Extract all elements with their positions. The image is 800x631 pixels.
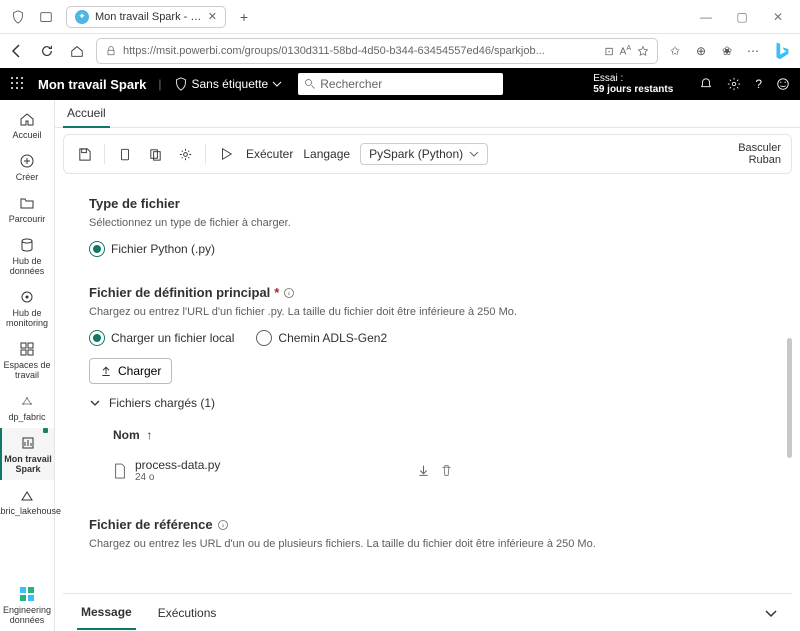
bing-icon[interactable] — [770, 39, 794, 63]
copy-icon[interactable] — [145, 144, 165, 164]
workspace-name: Mon travail Spark — [38, 77, 146, 92]
radio-local-file[interactable]: Charger un fichier local — [89, 330, 234, 346]
trial-status: Essai : 59 jours restants — [593, 73, 673, 95]
clipboard-icon[interactable] — [115, 144, 135, 164]
sidebar-item-dpfabric[interactable]: dp_fabric — [0, 386, 54, 428]
shield-icon — [7, 6, 29, 28]
close-window-button[interactable]: ✕ — [760, 5, 796, 29]
radio-python-file[interactable]: Fichier Python (.py) — [89, 241, 215, 257]
play-icon[interactable] — [216, 144, 236, 164]
favorites-icon[interactable]: ✩ — [666, 42, 684, 60]
toggle-ribbon[interactable]: Basculer Ruban — [738, 142, 781, 166]
app-launcher-icon[interactable] — [10, 76, 26, 92]
toolbar: Exécuter Langage PySpark (Python) Bascul… — [63, 134, 792, 174]
menu-icon[interactable]: ⋯ — [744, 42, 762, 60]
site-icon: ✦ — [75, 10, 89, 24]
sidebar-item-datahub[interactable]: Hub de données — [0, 230, 54, 282]
info-icon[interactable] — [283, 287, 295, 299]
info-icon[interactable] — [217, 519, 229, 531]
save-icon[interactable] — [74, 144, 94, 164]
files-loaded-toggle[interactable]: Fichiers chargés (1) — [89, 396, 766, 410]
reference-title: Fichier de référence — [89, 517, 213, 532]
radio-adls[interactable]: Chemin ADLS-Gen2 — [256, 330, 387, 346]
chevron-down-icon — [89, 397, 101, 409]
gear-icon[interactable] — [175, 144, 195, 164]
url-text: https://msit.powerbi.com/groups/0130d311… — [123, 45, 598, 57]
text-size-icon[interactable]: AA — [620, 45, 631, 57]
delete-icon[interactable] — [440, 464, 453, 477]
file-type-desc: Sélectionnez un type de fichier à charge… — [89, 217, 766, 229]
file-icon — [113, 463, 127, 479]
favorite-icon[interactable] — [637, 45, 649, 57]
sensitivity-label: Sans étiquette — [192, 77, 269, 91]
upload-button[interactable]: Charger — [89, 358, 172, 384]
collapse-panel-icon[interactable] — [764, 606, 778, 620]
refresh-button[interactable] — [36, 40, 58, 62]
chevron-down-icon — [469, 149, 479, 159]
tab-title: Mon travail Spark - Ingénieur d — [95, 11, 204, 23]
reader-icon[interactable]: ⊡ — [604, 45, 613, 58]
download-icon[interactable] — [417, 464, 430, 477]
minimize-button[interactable]: ― — [688, 5, 724, 29]
reference-desc: Chargez ou entrez les URL d'un ou de plu… — [89, 538, 766, 550]
language-select[interactable]: PySpark (Python) — [360, 143, 488, 165]
run-button[interactable]: Exécuter — [246, 147, 293, 161]
search-placeholder: Rechercher — [320, 77, 382, 91]
feedback-icon[interactable] — [776, 77, 790, 91]
lock-icon — [105, 45, 117, 57]
maximize-button[interactable]: ▢ — [724, 5, 760, 29]
file-size: 24 o — [135, 472, 409, 483]
sidebar-item-monitoring[interactable]: Hub de monitoring — [0, 282, 54, 334]
extensions-icon[interactable]: ❀ — [718, 42, 736, 60]
browser-tab[interactable]: ✦ Mon travail Spark - Ingénieur d ✕ — [66, 6, 226, 28]
upload-icon — [100, 365, 112, 377]
page-tabs: Accueil — [55, 100, 800, 128]
chevron-down-icon — [272, 79, 282, 89]
language-label: Langage — [303, 147, 350, 161]
shield-outline-icon — [174, 77, 188, 91]
sidebar-item-lakehouse[interactable]: fabric_lakehouse — [0, 480, 54, 522]
file-type-title: Type de fichier — [89, 196, 766, 211]
file-row: process-data.py 24 o — [113, 452, 453, 489]
main-def-title: Fichier de définition principal — [89, 285, 270, 300]
scrollbar-thumb[interactable] — [787, 338, 792, 458]
left-sidebar: Accueil Créer Parcourir Hub de données H… — [0, 100, 55, 631]
sidebar-item-persona[interactable]: Engineering données — [0, 579, 54, 631]
file-name: process-data.py — [135, 458, 409, 472]
sidebar-item-workspaces[interactable]: Espaces de travail — [0, 334, 54, 386]
sidebar-item-home[interactable]: Accueil — [0, 104, 54, 146]
name-column[interactable]: Nom ↑ — [113, 428, 766, 442]
search-input[interactable]: Rechercher — [298, 73, 503, 95]
tab-message[interactable]: Message — [77, 596, 136, 630]
collections-icon[interactable]: ⊕ — [692, 42, 710, 60]
language-value: PySpark (Python) — [369, 147, 463, 161]
sidebar-item-spark[interactable]: Mon travail Spark — [0, 428, 54, 480]
sidebar-item-create[interactable]: Créer — [0, 146, 54, 188]
sidebar-item-browse[interactable]: Parcourir — [0, 188, 54, 230]
new-tab-button[interactable]: + — [232, 5, 256, 29]
flip-icon[interactable] — [35, 6, 57, 28]
sensitivity-dropdown[interactable]: Sans étiquette — [174, 77, 283, 91]
close-tab-icon[interactable]: ✕ — [208, 10, 217, 23]
bottom-panel-tabs: Message Exécutions — [63, 593, 792, 631]
main-def-desc: Chargez ou entrez l'URL d'un fichier .py… — [89, 306, 766, 318]
settings-icon[interactable] — [727, 77, 741, 91]
tab-executions[interactable]: Exécutions — [154, 597, 221, 629]
home-button[interactable] — [66, 40, 88, 62]
back-button[interactable] — [6, 40, 28, 62]
tab-home[interactable]: Accueil — [63, 100, 110, 128]
help-icon[interactable]: ? — [755, 77, 762, 91]
search-icon — [304, 78, 316, 90]
notifications-icon[interactable] — [699, 77, 713, 91]
url-box[interactable]: https://msit.powerbi.com/groups/0130d311… — [96, 38, 658, 64]
